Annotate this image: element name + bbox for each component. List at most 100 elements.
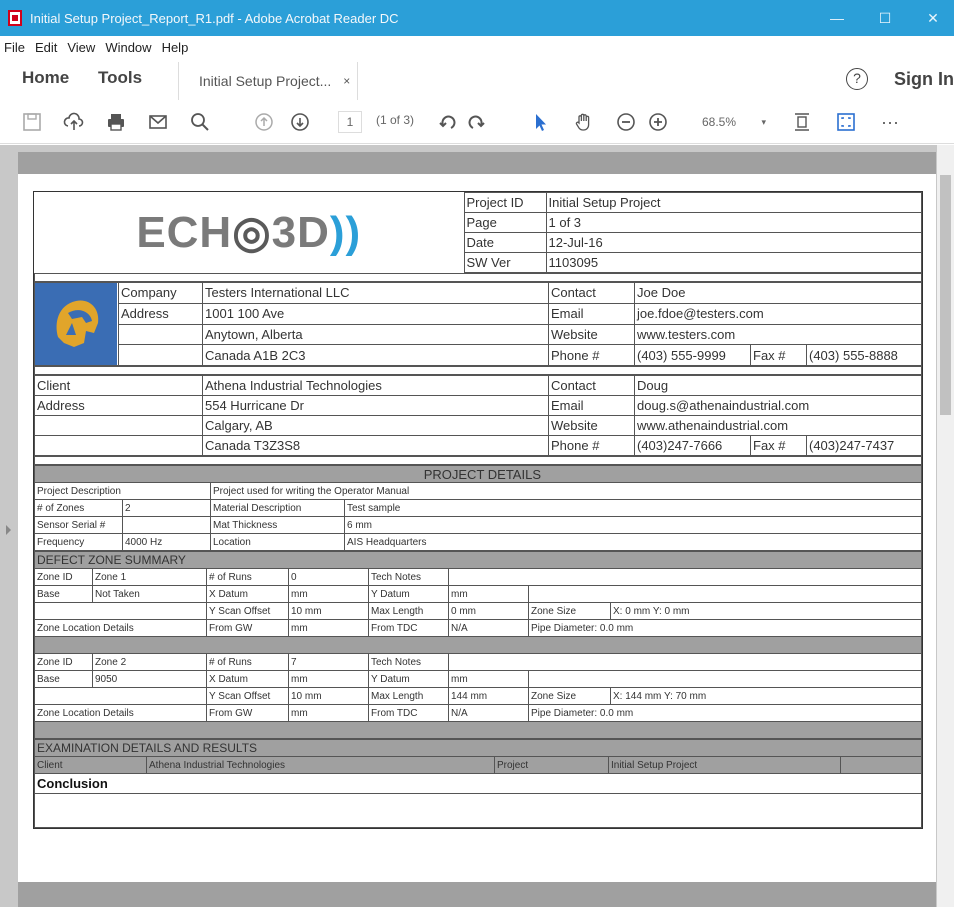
tools-tab[interactable]: Tools [98,68,142,88]
pipe-diameter: Pipe Diameter: 0.0 mm [528,619,922,637]
zone-id-value: Zone 1 [92,568,207,586]
base-label: Base [34,670,93,688]
company-fax-label: Fax # [750,344,807,366]
tech-notes-value [448,653,922,671]
runs-label: # of Runs [206,653,289,671]
zone-size-label: Zone Size [528,687,611,705]
menu-file[interactable]: File [4,40,25,55]
zones-count-label: # of Zones [34,499,123,517]
next-page-icon[interactable] [288,110,312,134]
zoom-level-select[interactable]: 68.5% ▾ [690,111,776,133]
company-email-label: Email [548,302,635,325]
y-scan-offset-value: 10 mm [288,602,369,620]
pipe-diameter: Pipe Diameter: 0.0 mm [528,704,922,722]
close-tab-icon[interactable]: × [343,74,350,88]
from-gw-label: From GW [206,704,289,722]
company-logo: ECH◎3D)) [34,192,465,273]
zoom-in-icon[interactable] [646,110,670,134]
sw-version-label: SW Ver [463,252,547,273]
max-length-label: Max Length [368,602,449,620]
company-website-label: Website [548,323,635,346]
sensor-serial-value [122,516,211,534]
client-website-value: www.athenaindustrial.com [634,415,922,436]
spacer-row [34,273,922,282]
zone-id-value: Zone 2 [92,653,207,671]
hand-tool-icon[interactable] [572,110,596,134]
company-label: Company [118,282,203,304]
company-address-label: Address [118,302,203,325]
rotate-right-icon[interactable] [464,110,488,134]
company-fax-value: (403) 555-8888 [806,344,922,366]
minimize-button[interactable]: — [814,0,860,36]
page-number-input[interactable]: 1 [338,111,362,133]
sign-in-link[interactable]: Sign In [894,69,954,90]
thickness-value: 6 mm [344,516,922,534]
from-tdc-value: N/A [448,619,529,637]
exam-client-value: Athena Industrial Technologies [146,756,495,774]
more-tools-icon[interactable]: ··· [878,110,902,134]
fit-page-icon[interactable] [790,110,814,134]
client-phone-value: (403)247-7666 [634,435,751,456]
sw-version-value: 1103095 [545,252,922,273]
y-scan-offset-label: Y Scan Offset [206,687,289,705]
client-contact-label: Contact [548,375,635,396]
spacer-row [34,366,922,375]
window-titlebar: Initial Setup Project_Report_R1.pdf - Ad… [0,0,954,36]
client-label: Client [34,375,203,396]
menu-edit[interactable]: Edit [35,40,57,55]
email-icon[interactable] [146,110,170,134]
from-tdc-value: N/A [448,704,529,722]
menu-help[interactable]: Help [162,40,189,55]
full-screen-icon[interactable] [834,110,858,134]
home-tab[interactable]: Home [22,68,69,88]
window-title: Initial Setup Project_Report_R1.pdf - Ad… [30,10,399,26]
project-id-value: Initial Setup Project [545,192,922,213]
y-datum-label: Y Datum [368,670,449,688]
exam-project-label: Project [494,756,609,774]
zone-id-label: Zone ID [34,653,93,671]
vertical-scrollbar[interactable] [937,145,954,907]
close-button[interactable]: ✕ [910,0,954,36]
report-sheet: ECH◎3D)) Project ID Initial Setup Projec… [33,191,923,829]
runs-value: 0 [288,568,369,586]
rotate-left-icon[interactable] [436,110,460,134]
menu-window[interactable]: Window [105,40,151,55]
help-icon[interactable]: ? [846,68,868,90]
search-icon[interactable] [188,110,212,134]
client-fax-label: Fax # [750,435,807,456]
client-contact-value: Doug [634,375,922,396]
runs-value: 7 [288,653,369,671]
save-icon[interactable] [20,110,44,134]
client-website-label: Website [548,415,635,436]
defect-zone-table: DEFECT ZONE SUMMARY Zone ID Zone 1 # of … [34,551,922,739]
page-value: 1 of 3 [545,212,922,233]
zone-size-value: X: 0 mm Y: 0 mm [610,602,922,620]
document-viewport[interactable]: ECH◎3D)) Project ID Initial Setup Projec… [0,145,954,907]
zone-location-label: Zone Location Details [34,619,207,637]
project-details-table: PROJECT DETAILS Project Description Proj… [34,465,922,551]
client-fax-value: (403)247-7437 [806,435,922,456]
location-label: Location [210,533,345,551]
upload-cloud-icon[interactable] [62,110,86,134]
maximize-button[interactable]: ☐ [862,0,908,36]
zone-location-label: Zone Location Details [34,704,207,722]
project-description-value: Project used for writing the Operator Ma… [210,482,922,500]
side-panel-toggle-icon[interactable] [6,525,11,535]
previous-page-icon[interactable] [252,110,276,134]
menu-view[interactable]: View [67,40,95,55]
location-value: AIS Headquarters [344,533,922,551]
company-phone-value: (403) 555-9999 [634,344,751,366]
exam-client-label: Client [34,756,147,774]
report-header-table: ECH◎3D)) Project ID Initial Setup Projec… [34,192,922,273]
pdf-page: ECH◎3D)) Project ID Initial Setup Projec… [18,174,936,882]
select-cursor-icon[interactable] [528,110,552,134]
y-datum-value: mm [448,670,529,688]
company-value: Testers International LLC [202,282,549,304]
zoom-out-icon[interactable] [614,110,638,134]
scrollbar-thumb[interactable] [940,175,951,415]
defect-zone-heading: DEFECT ZONE SUMMARY [34,551,922,569]
company-table: Company Testers International LLC Contac… [34,282,922,366]
document-tab[interactable]: Initial Setup Project... × [178,62,358,100]
print-icon[interactable] [104,110,128,134]
conclusion-body [34,793,922,828]
